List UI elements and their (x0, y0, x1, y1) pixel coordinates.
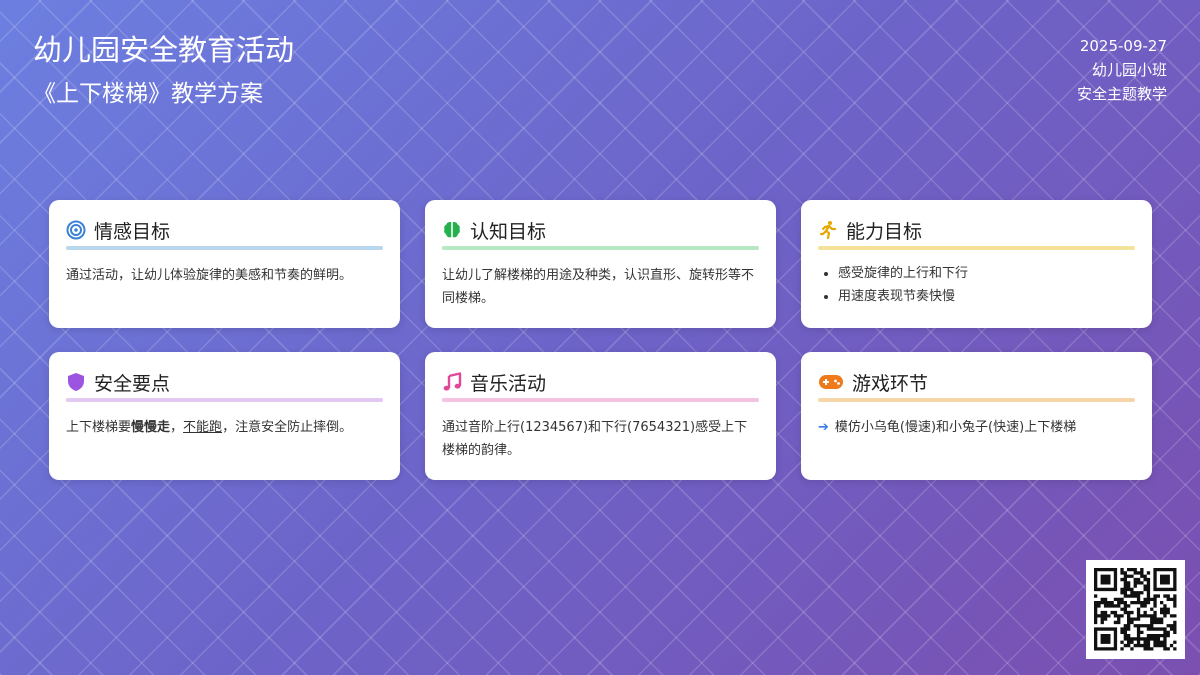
list-item: 用速度表现节奏快慢 (838, 283, 1135, 310)
card-title: 音乐活动 (470, 372, 547, 395)
card-header: 安全要点 (66, 368, 383, 396)
meta-info: 2025-09-27 幼儿园小班 安全主题教学 (1077, 34, 1167, 106)
meta-theme: 安全主题教学 (1076, 85, 1167, 103)
page-subtitle: 《上下楼梯》教学方案 (33, 81, 263, 107)
safety-text-after: ，注意安全防止摔倒。 (222, 420, 353, 435)
card-body: ➔ 模仿小乌龟(慢速)和小兔子(快速)上下楼梯 (818, 416, 1135, 439)
arrow-right-icon: ➔ (818, 420, 829, 435)
music-note-icon (442, 372, 462, 392)
brain-icon (442, 220, 462, 240)
safety-text-before: 上下楼梯要 (66, 420, 132, 435)
card-divider (442, 246, 759, 250)
header: 幼儿园安全教育活动 《上下楼梯》教学方案 (33, 30, 294, 110)
card-header: 音乐活动 (442, 368, 759, 396)
page-title: 幼儿园安全教育活动 (33, 33, 295, 67)
card-divider (66, 246, 383, 250)
meta-class: 幼儿园小班 (1091, 61, 1167, 79)
card-header: 认知目标 (442, 216, 759, 244)
card-emotional-goal: 情感目标 通过活动，让幼儿体验旋律的美感和节奏的鲜明。 (49, 200, 400, 328)
card-divider (818, 398, 1135, 402)
card-divider (442, 398, 759, 402)
gamepad-icon (818, 372, 844, 392)
card-title: 能力目标 (846, 220, 923, 243)
card-header: 游戏环节 (818, 368, 1135, 396)
game-text: 模仿小乌龟(慢速)和小兔子(快速)上下楼梯 (834, 420, 1077, 435)
card-cognitive-goal: 认知目标 让幼儿了解楼梯的用途及种类，认识直形、旋转形等不同楼梯。 (425, 200, 776, 328)
card-divider (818, 246, 1135, 250)
target-icon (66, 220, 86, 240)
card-body: 通过活动，让幼儿体验旋律的美感和节奏的鲜明。 (66, 268, 353, 283)
card-ability-goal: 能力目标 感受旋律的上行和下行 用速度表现节奏快慢 (801, 200, 1152, 328)
card-body: 上下楼梯要慢慢走，不能跑，注意安全防止摔倒。 (66, 416, 383, 439)
card-title: 安全要点 (94, 372, 171, 395)
safety-text-underline: 不能跑 (183, 420, 223, 435)
card-music-activity: 音乐活动 通过音阶上行(1234567)和下行(7654321)感受上下楼梯的韵… (425, 352, 776, 480)
card-game-session: 游戏环节 ➔ 模仿小乌龟(慢速)和小兔子(快速)上下楼梯 (801, 352, 1152, 480)
qr-code (1086, 560, 1185, 659)
card-body: 通过音阶上行(1234567)和下行(7654321)感受上下楼梯的韵律。 (442, 420, 748, 458)
running-icon (818, 220, 838, 240)
card-title: 游戏环节 (852, 372, 929, 395)
shield-icon (66, 372, 86, 392)
safety-text-bold: 慢慢走 (131, 420, 171, 435)
card-header: 能力目标 (818, 216, 1135, 244)
card-body: 让幼儿了解楼梯的用途及种类，认识直形、旋转形等不同楼梯。 (442, 268, 755, 306)
card-list: 感受旋律的上行和下行 用速度表现节奏快慢 (818, 260, 1135, 310)
card-title: 认知目标 (470, 220, 547, 243)
card-grid: 情感目标 通过活动，让幼儿体验旋律的美感和节奏的鲜明。 认知目标 让幼儿了解楼梯… (49, 200, 1152, 480)
safety-text-mid: ， (170, 420, 184, 435)
meta-date: 2025-09-27 (1079, 37, 1167, 55)
card-safety-points: 安全要点 上下楼梯要慢慢走，不能跑，注意安全防止摔倒。 (49, 352, 400, 480)
card-divider (66, 398, 383, 402)
card-header: 情感目标 (66, 216, 383, 244)
card-title: 情感目标 (94, 220, 171, 243)
